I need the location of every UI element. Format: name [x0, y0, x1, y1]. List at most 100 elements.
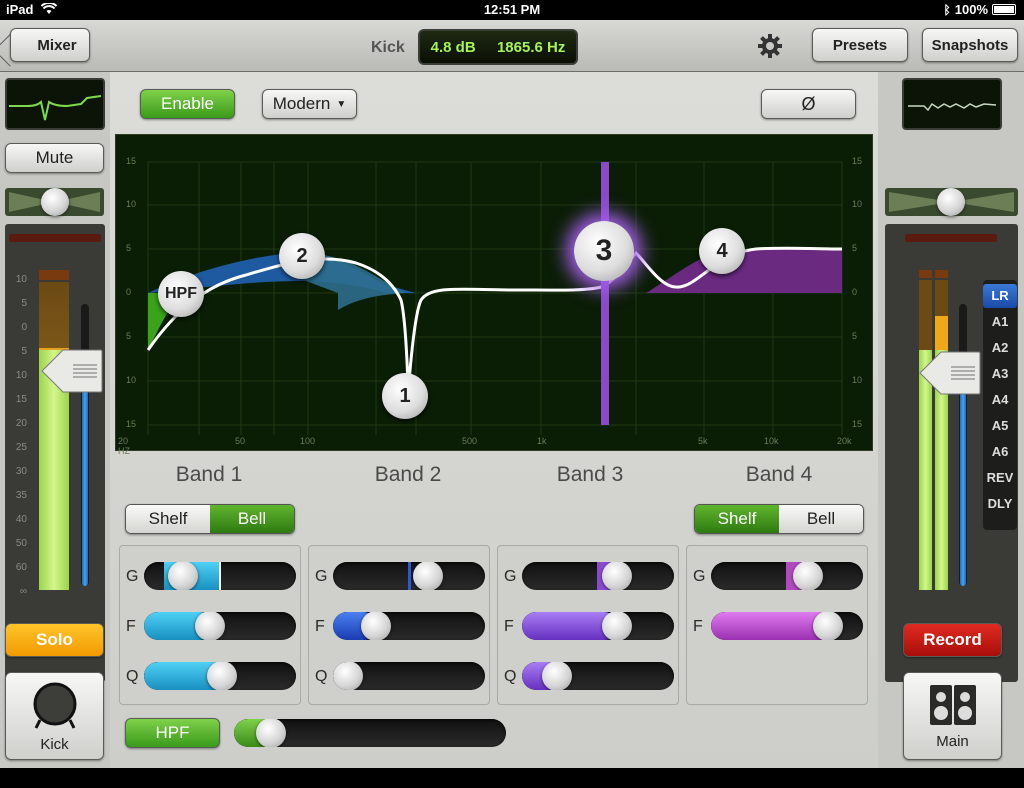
band-3-frequency-slider[interactable]	[522, 612, 674, 640]
send-a3[interactable]: A3	[983, 362, 1017, 386]
band-1-q-slider[interactable]	[144, 662, 296, 690]
gain-label: G	[315, 568, 328, 585]
band-1-frequency-slider[interactable]	[144, 612, 296, 640]
band-3-gain-slider[interactable]	[522, 562, 674, 590]
send-a2[interactable]: A2	[983, 336, 1017, 360]
send-a6[interactable]: A6	[983, 440, 1017, 464]
send-lr[interactable]: LR	[983, 284, 1017, 308]
fader-scale-tick: 5	[21, 346, 27, 357]
main-level-meter-right	[935, 270, 948, 590]
gain-tick-label: 5	[852, 243, 858, 253]
gain-tick-label: 10	[852, 375, 863, 385]
frequency-tick-label: 100	[300, 436, 316, 446]
pan-knob[interactable]	[937, 188, 965, 216]
eq-node-3[interactable]: 3	[574, 221, 634, 281]
frequency-label: F	[315, 618, 325, 635]
fader-handle[interactable]	[41, 348, 103, 394]
eq-grid	[146, 161, 843, 435]
fader-scale-tick: 50	[15, 538, 27, 549]
band-4-frequency-slider[interactable]	[711, 612, 863, 640]
eq-readout: 4.8 dB 1865.6 Hz	[418, 29, 578, 65]
slider-knob[interactable]	[793, 562, 823, 590]
hpf-enable-button[interactable]: HPF	[125, 718, 220, 748]
frequency-label: F	[693, 618, 703, 635]
band-4-shelf-option[interactable]: Shelf	[695, 505, 779, 533]
slider-knob[interactable]	[542, 662, 572, 690]
band-1-type-toggle[interactable]: Shelf Bell	[125, 504, 295, 534]
pan-slider[interactable]	[5, 188, 104, 216]
main-pan-slider[interactable]	[885, 188, 1018, 216]
band-2-frequency-slider[interactable]	[333, 612, 485, 640]
main-fader-track[interactable]	[959, 304, 967, 586]
q-label: Q	[504, 668, 517, 685]
send-a5[interactable]: A5	[983, 414, 1017, 438]
band-2-gain-slider[interactable]	[333, 562, 485, 590]
main-eq-thumbnail[interactable]	[902, 78, 1002, 130]
snapshots-label: Snapshots	[931, 36, 1009, 54]
fader-scale-tick: 40	[15, 514, 27, 525]
send-selector[interactable]: LR A1 A2 A3 A4 A5 A6 REV DLY	[983, 280, 1017, 530]
kick-drum-icon	[33, 682, 76, 729]
slider-knob[interactable]	[413, 562, 443, 590]
phase-invert-button[interactable]: Ø	[761, 89, 856, 119]
channel-strip-right: LR A1 A2 A3 A4 A5 A6 REV DLY Record Main	[878, 72, 1024, 768]
eq-thumbnail[interactable]	[5, 78, 105, 130]
main-fader-handle[interactable]	[919, 350, 981, 396]
slider-knob[interactable]	[168, 562, 198, 590]
main-output-button[interactable]: Main	[903, 672, 1002, 760]
slider-knob[interactable]	[256, 719, 286, 747]
eq-node-1[interactable]: 1	[382, 373, 428, 419]
eq-node-4[interactable]: 4	[699, 228, 745, 274]
pan-knob[interactable]	[41, 188, 69, 216]
band-3-q-slider[interactable]	[522, 662, 674, 690]
slider-knob[interactable]	[195, 612, 225, 640]
fader-scale: 10 5 0 5 10 15 20 25 30 35 40 50 60 ∞	[9, 274, 29, 597]
eq-graph[interactable]: 15 10 5 0 5 10 15 15 10 5 0 5 10 15 20 HZ 50 100 500 1k 5…	[115, 134, 873, 456]
slider-knob[interactable]	[361, 612, 391, 640]
gain-tick-label: 0	[852, 287, 858, 297]
eq-node-hpf[interactable]: HPF	[158, 271, 204, 317]
band-1-shelf-option[interactable]: Shelf	[126, 505, 210, 533]
presets-button[interactable]: Presets	[812, 28, 908, 62]
solo-button[interactable]: Solo	[5, 623, 104, 657]
band-1-bell-option[interactable]: Bell	[210, 505, 294, 533]
fader-scale-tick: 20	[15, 418, 27, 429]
band-1-gain-slider[interactable]	[144, 562, 296, 590]
eq-node-2[interactable]: 2	[279, 233, 325, 279]
frequency-tick-label: 20k	[837, 436, 852, 446]
settings-gear-icon[interactable]	[757, 33, 783, 59]
slider-knob[interactable]	[207, 662, 237, 690]
fader-scale-tick: 5	[21, 298, 27, 309]
band-4-bell-option[interactable]: Bell	[779, 505, 863, 533]
gain-tick-label: 15	[126, 156, 137, 166]
fader-scale-tick: 15	[15, 394, 27, 405]
hpf-frequency-slider[interactable]	[234, 719, 506, 747]
fader-scale-tick: 10	[15, 370, 27, 381]
slider-knob[interactable]	[602, 612, 632, 640]
slider-knob[interactable]	[813, 612, 843, 640]
band-4-type-toggle[interactable]: Shelf Bell	[694, 504, 864, 534]
frequency-tick-label: 1k	[537, 436, 547, 446]
slider-knob[interactable]	[333, 662, 363, 690]
channel-icon-button[interactable]: Kick	[5, 672, 104, 760]
back-to-mixer-button[interactable]: Mixer	[10, 28, 90, 62]
readout-gain: 4.8 dB	[430, 38, 476, 56]
mode-label: Modern	[272, 94, 331, 113]
send-dly[interactable]: DLY	[983, 492, 1017, 516]
send-a1[interactable]: A1	[983, 310, 1017, 334]
slider-knob[interactable]	[602, 562, 632, 590]
band-2-q-slider[interactable]	[333, 662, 485, 690]
frequency-tick-label: 10k	[764, 436, 779, 446]
send-a4[interactable]: A4	[983, 388, 1017, 412]
frequency-tick-label: 5k	[698, 436, 708, 446]
mute-button[interactable]: Mute	[5, 143, 104, 173]
record-button[interactable]: Record	[903, 623, 1002, 657]
frequency-tick-label: 500	[462, 436, 478, 446]
eq-mode-dropdown[interactable]: Modern ▼	[262, 89, 357, 119]
record-label: Record	[923, 630, 982, 649]
band-4-gain-slider[interactable]	[711, 562, 863, 590]
snapshots-button[interactable]: Snapshots	[922, 28, 1018, 62]
send-rev[interactable]: REV	[983, 466, 1017, 490]
eq-enable-button[interactable]: Enable	[140, 89, 235, 119]
fader-track[interactable]	[81, 304, 89, 586]
